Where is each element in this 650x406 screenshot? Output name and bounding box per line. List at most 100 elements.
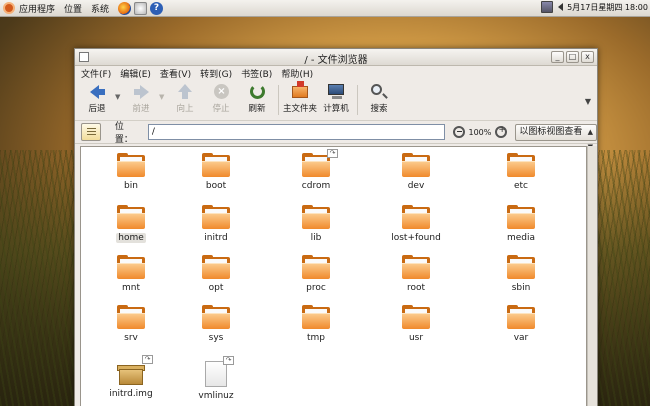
file-item[interactable]: ↷ vmlinuz: [186, 356, 246, 401]
reload-button[interactable]: 刷新: [239, 81, 275, 114]
network-icon[interactable]: [541, 1, 554, 13]
refresh-icon: [248, 84, 266, 100]
file-item[interactable]: tmp: [286, 305, 346, 343]
file-name: vmlinuz: [198, 391, 234, 401]
computer-button[interactable]: 计算机: [318, 81, 354, 114]
file-name: root: [406, 283, 426, 293]
location-edit-toggle-button[interactable]: [81, 123, 101, 141]
file-item[interactable]: media: [491, 205, 551, 243]
menubar: 文件(F) 编辑(E) 查看(V) 转到(G) 书签(B) 帮助(H): [75, 66, 597, 81]
folder-icon: [117, 205, 145, 229]
toolbar-separator: [357, 85, 358, 115]
file-item[interactable]: mnt: [101, 255, 161, 293]
close-button[interactable]: x: [581, 51, 594, 63]
folder-icon: [117, 255, 145, 279]
file-item[interactable]: srv: [101, 305, 161, 343]
file-item[interactable]: lib: [286, 205, 346, 243]
location-label: 位置：: [114, 122, 133, 145]
firefox-icon[interactable]: [118, 1, 132, 15]
toolbar-separator: [278, 85, 279, 115]
file-name: etc: [513, 181, 528, 191]
file-name: opt: [208, 283, 224, 293]
clock[interactable]: 5月17日星期四 18:00: [567, 2, 648, 13]
file-item[interactable]: initrd: [186, 205, 246, 243]
menu-view[interactable]: 查看(V): [160, 67, 191, 80]
vertical-scrollbar[interactable]: [587, 146, 597, 406]
file-item[interactable]: bin: [101, 153, 161, 191]
search-label: 搜索: [370, 104, 388, 114]
reload-label: 刷新: [248, 104, 266, 114]
mail-icon[interactable]: [134, 1, 148, 15]
file-item[interactable]: dev: [386, 153, 446, 191]
file-item[interactable]: sbin: [491, 255, 551, 293]
zoom-in-icon[interactable]: [495, 125, 508, 138]
stop-button[interactable]: × 停止: [203, 81, 239, 114]
forward-button[interactable]: 前进: [123, 81, 159, 114]
file-item[interactable]: ↷ initrd.img: [101, 355, 161, 399]
file-item[interactable]: proc: [286, 255, 346, 293]
folder-icon: [402, 153, 430, 177]
file-item[interactable]: var: [491, 305, 551, 343]
volume-icon[interactable]: [556, 1, 564, 13]
minimize-button[interactable]: _: [551, 51, 564, 63]
applications-menu[interactable]: 应用程序: [19, 2, 55, 15]
home-button[interactable]: 主文件夹: [282, 81, 318, 114]
file-name: cdrom: [301, 181, 331, 191]
zoom-out-icon[interactable]: [452, 126, 465, 138]
computer-label: 计算机: [323, 104, 349, 114]
folder-icon: [202, 255, 230, 279]
folder-icon: ↷: [302, 149, 338, 177]
ubuntu-logo-icon[interactable]: [3, 2, 15, 14]
places-menu[interactable]: 位置: [64, 2, 82, 15]
symlink-arrow-icon: ↷: [327, 149, 338, 158]
menu-edit[interactable]: 编辑(E): [120, 67, 151, 80]
file-item[interactable]: boot: [186, 153, 246, 191]
panel-launchers: ?: [118, 1, 164, 15]
stop-label: 停止: [212, 104, 230, 114]
file-name: lib: [310, 233, 322, 243]
up-button[interactable]: 向上: [167, 81, 203, 114]
file-item[interactable]: sys: [186, 305, 246, 343]
back-button[interactable]: 后退: [79, 81, 115, 114]
up-arrow-icon: [176, 84, 194, 100]
file-item[interactable]: usr: [386, 305, 446, 343]
home-label: 主文件夹: [282, 104, 317, 114]
symlink-arrow-icon: ↷: [142, 355, 153, 364]
forward-history-dropdown[interactable]: ▼: [159, 81, 167, 101]
folder-icon: [117, 305, 145, 329]
view-mode-select[interactable]: 以图标视图查看 ▲▼: [515, 123, 597, 151]
system-menu[interactable]: 系统: [91, 2, 109, 15]
file-name: var: [513, 333, 529, 343]
menu-file[interactable]: 文件(F): [81, 67, 111, 80]
menu-help[interactable]: 帮助(H): [281, 67, 313, 80]
file-item[interactable]: home: [101, 205, 161, 243]
zoom-level[interactable]: 100%: [469, 128, 492, 137]
folder-icon: [507, 255, 535, 279]
menu-bookmarks[interactable]: 书签(B): [241, 67, 272, 80]
folder-icon: [302, 205, 330, 229]
file-name: initrd: [204, 233, 228, 243]
search-button[interactable]: 搜索: [361, 81, 397, 114]
back-history-dropdown[interactable]: ▼: [115, 81, 123, 101]
file-item[interactable]: ↷ cdrom: [286, 149, 346, 191]
file-name: boot: [205, 181, 227, 191]
home-folder-icon: [291, 81, 309, 100]
menu-go[interactable]: 转到(G): [200, 67, 232, 80]
toolbar-overflow-icon[interactable]: ▼: [585, 97, 591, 106]
file-icon-view[interactable]: bin boot ↷ cdrom dev etc home initrd lib lost+fou…: [80, 146, 587, 406]
window-title: / - 文件浏览器: [304, 55, 368, 66]
folder-icon: [117, 153, 145, 177]
maximize-button[interactable]: □: [566, 51, 579, 63]
file-name: sbin: [511, 283, 531, 293]
file-item[interactable]: etc: [491, 153, 551, 191]
package-icon: ↷: [117, 355, 153, 385]
file-name: bin: [124, 181, 138, 191]
help-icon[interactable]: ?: [150, 1, 164, 15]
window-titlebar[interactable]: / - 文件浏览器 _ □ x: [75, 49, 597, 66]
file-item[interactable]: root: [386, 255, 446, 293]
location-input[interactable]: [147, 124, 445, 140]
file-item[interactable]: opt: [186, 255, 246, 293]
file-item[interactable]: lost+found: [386, 205, 446, 243]
folder-icon: [507, 305, 535, 329]
file-name: mnt: [122, 283, 140, 293]
